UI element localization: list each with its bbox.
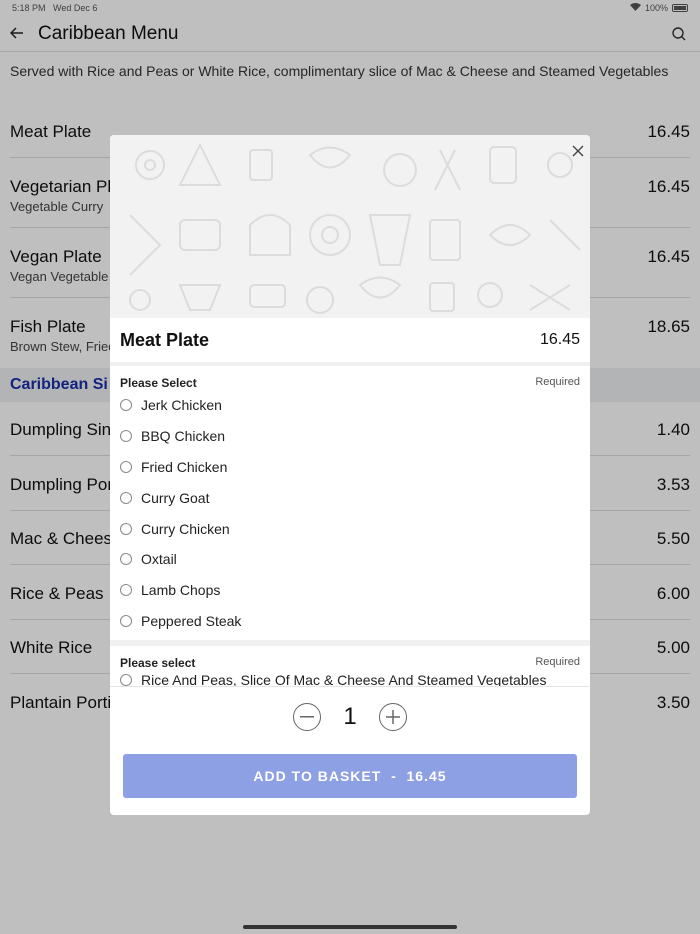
required-badge: Required xyxy=(535,656,580,669)
option-label: Curry Chicken xyxy=(141,520,230,537)
option-bbq-chicken[interactable]: BBQ Chicken xyxy=(120,421,580,452)
radio-icon[interactable] xyxy=(120,522,132,535)
option-group-sides: Please select Required Rice And Peas, Sl… xyxy=(110,646,590,687)
option-jerk-chicken[interactable]: Jerk Chicken xyxy=(120,390,580,421)
radio-icon[interactable] xyxy=(120,460,132,473)
add-to-basket-label: ADD TO BASKET xyxy=(253,768,382,784)
option-peppered-steak[interactable]: Peppered Steak xyxy=(120,606,580,637)
option-label: Rice And Peas, Slice Of Mac & Cheese And… xyxy=(141,672,547,687)
add-to-basket-button[interactable]: ADD TO BASKET - 16.45 xyxy=(123,754,577,798)
quantity-stepper: 1 xyxy=(110,686,590,746)
item-title: Meat Plate xyxy=(120,329,210,350)
option-group-label: Please select xyxy=(120,656,196,671)
required-badge: Required xyxy=(535,376,580,388)
minus-icon[interactable] xyxy=(293,702,322,731)
home-indicator[interactable] xyxy=(243,925,457,929)
radio-icon[interactable] xyxy=(120,584,132,597)
item-modal: Meat Plate 16.45 Please Select Required … xyxy=(110,135,590,815)
option-label: Lamb Chops xyxy=(141,582,221,599)
quantity-value: 1 xyxy=(343,702,357,730)
radio-icon[interactable] xyxy=(120,674,132,687)
option-group-protein: Please Select Required Jerk Chicken BBQ … xyxy=(110,366,590,636)
option-rice-and-peas[interactable]: Rice And Peas, Slice Of Mac & Cheese And… xyxy=(120,670,580,687)
add-to-basket-price: 16.45 xyxy=(406,768,447,784)
radio-icon[interactable] xyxy=(120,614,132,627)
option-group-label: Please Select xyxy=(120,376,197,390)
item-image-placeholder xyxy=(110,135,590,318)
radio-icon[interactable] xyxy=(120,430,132,443)
plus-icon[interactable] xyxy=(378,702,407,731)
add-to-basket-separator: - xyxy=(391,768,397,784)
food-pattern-illustration xyxy=(129,142,581,314)
option-label: Peppered Steak xyxy=(141,612,242,629)
item-header: Meat Plate 16.45 xyxy=(110,318,590,366)
option-fried-chicken[interactable]: Fried Chicken xyxy=(120,452,580,483)
option-label: Fried Chicken xyxy=(141,458,228,475)
option-lamb-chops[interactable]: Lamb Chops xyxy=(120,575,580,606)
option-label: Oxtail xyxy=(141,551,177,568)
radio-icon[interactable] xyxy=(120,399,132,412)
option-label: BBQ Chicken xyxy=(141,428,226,445)
radio-icon[interactable] xyxy=(120,553,132,566)
option-label: Jerk Chicken xyxy=(141,397,222,414)
option-curry-chicken[interactable]: Curry Chicken xyxy=(120,513,580,544)
option-oxtail[interactable]: Oxtail xyxy=(120,544,580,575)
option-curry-goat[interactable]: Curry Goat xyxy=(120,482,580,513)
item-price: 16.45 xyxy=(539,331,580,348)
radio-icon[interactable] xyxy=(120,491,132,504)
option-label: Curry Goat xyxy=(141,489,210,506)
